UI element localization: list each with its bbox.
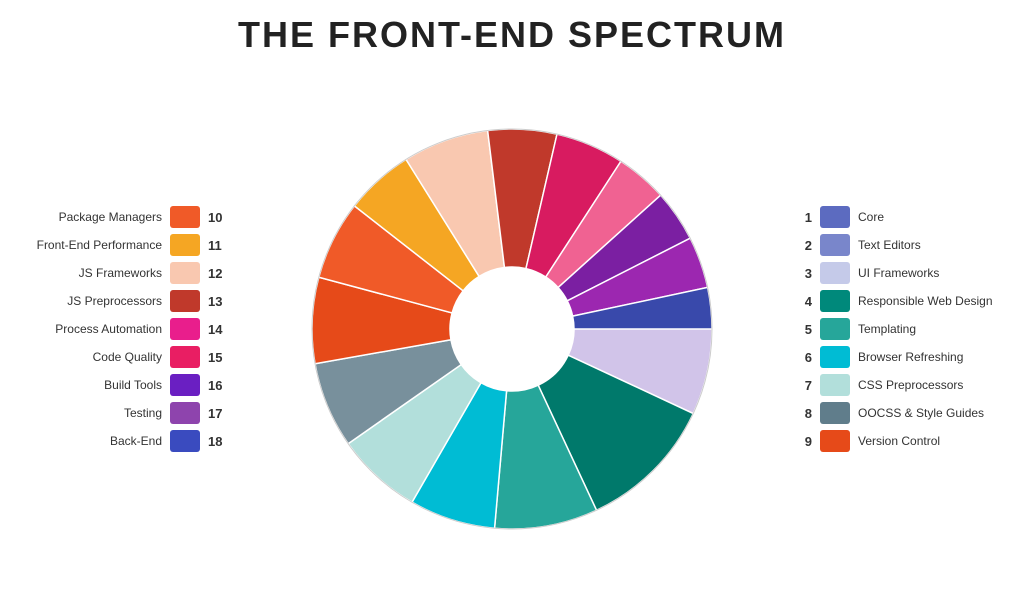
right-legend-label: Browser Refreshing: [858, 350, 1004, 364]
left-legend-number: 18: [208, 434, 230, 449]
right-legend-number: 8: [794, 406, 812, 421]
right-legend-number: 5: [794, 322, 812, 337]
left-legend-swatch: [170, 402, 200, 424]
left-legend-item: JS Frameworks 12: [20, 262, 230, 284]
left-legend-number: 13: [208, 294, 230, 309]
left-legend-item: Code Quality 15: [20, 346, 230, 368]
left-legend-item: Back-End 18: [20, 430, 230, 452]
right-legend-swatch: [820, 346, 850, 368]
left-legend-label: Front-End Performance: [20, 238, 162, 252]
right-legend-swatch: [820, 430, 850, 452]
right-legend-number: 1: [794, 210, 812, 225]
left-legend-item: Package Managers 10: [20, 206, 230, 228]
right-legend-item: 2 Text Editors: [794, 234, 1004, 256]
left-legend-swatch: [170, 430, 200, 452]
left-legend-number: 14: [208, 322, 230, 337]
right-legend-swatch: [820, 402, 850, 424]
right-legend-item: 1 Core: [794, 206, 1004, 228]
left-legend: Package Managers 10 Front-End Performanc…: [10, 206, 230, 452]
right-legend-item: 6 Browser Refreshing: [794, 346, 1004, 368]
left-legend-label: Package Managers: [20, 210, 162, 224]
left-legend-item: Build Tools 16: [20, 374, 230, 396]
left-legend-number: 16: [208, 378, 230, 393]
left-legend-swatch: [170, 318, 200, 340]
right-legend-number: 2: [794, 238, 812, 253]
left-legend-number: 17: [208, 406, 230, 421]
right-legend: 1 Core 2 Text Editors 3 UI Frameworks 4 …: [794, 206, 1014, 452]
right-legend-label: CSS Preprocessors: [858, 378, 1004, 392]
left-legend-swatch: [170, 234, 200, 256]
spectrum-wheel: [302, 119, 722, 539]
right-legend-item: 5 Templating: [794, 318, 1004, 340]
left-legend-number: 11: [208, 238, 230, 253]
right-legend-item: 9 Version Control: [794, 430, 1004, 452]
left-legend-label: Code Quality: [20, 350, 162, 364]
right-legend-swatch: [820, 262, 850, 284]
wheel-center: [452, 269, 572, 389]
left-legend-label: Back-End: [20, 434, 162, 448]
left-legend-item: JS Preprocessors 13: [20, 290, 230, 312]
right-legend-label: Core: [858, 210, 1004, 224]
left-legend-item: Testing 17: [20, 402, 230, 424]
right-legend-item: 4 Responsible Web Design: [794, 290, 1004, 312]
right-legend-label: UI Frameworks: [858, 266, 1004, 280]
right-legend-swatch: [820, 206, 850, 228]
left-legend-swatch: [170, 290, 200, 312]
right-legend-item: 3 UI Frameworks: [794, 262, 1004, 284]
right-legend-item: 7 CSS Preprocessors: [794, 374, 1004, 396]
right-legend-number: 7: [794, 378, 812, 393]
right-legend-swatch: [820, 234, 850, 256]
right-legend-swatch: [820, 374, 850, 396]
left-legend-number: 12: [208, 266, 230, 281]
left-legend-swatch: [170, 262, 200, 284]
right-legend-label: Responsible Web Design: [858, 294, 1004, 308]
page-title: THE FRONT-END SPECTRUM: [0, 0, 1024, 64]
left-legend-number: 15: [208, 350, 230, 365]
right-legend-number: 9: [794, 434, 812, 449]
left-legend-item: Process Automation 14: [20, 318, 230, 340]
right-legend-item: 8 OOCSS & Style Guides: [794, 402, 1004, 424]
right-legend-swatch: [820, 318, 850, 340]
left-legend-item: Front-End Performance 11: [20, 234, 230, 256]
left-legend-swatch: [170, 374, 200, 396]
left-legend-label: JS Preprocessors: [20, 294, 162, 308]
left-legend-swatch: [170, 206, 200, 228]
wheel-container: [230, 69, 794, 589]
left-legend-swatch: [170, 346, 200, 368]
right-legend-number: 6: [794, 350, 812, 365]
right-legend-label: Version Control: [858, 434, 1004, 448]
left-legend-label: Testing: [20, 406, 162, 420]
right-legend-number: 4: [794, 294, 812, 309]
right-legend-label: Templating: [858, 322, 1004, 336]
left-legend-label: Process Automation: [20, 322, 162, 336]
left-legend-label: JS Frameworks: [20, 266, 162, 280]
right-legend-swatch: [820, 290, 850, 312]
right-legend-label: Text Editors: [858, 238, 1004, 252]
left-legend-label: Build Tools: [20, 378, 162, 392]
right-legend-label: OOCSS & Style Guides: [858, 406, 1004, 420]
right-legend-number: 3: [794, 266, 812, 281]
left-legend-number: 10: [208, 210, 230, 225]
